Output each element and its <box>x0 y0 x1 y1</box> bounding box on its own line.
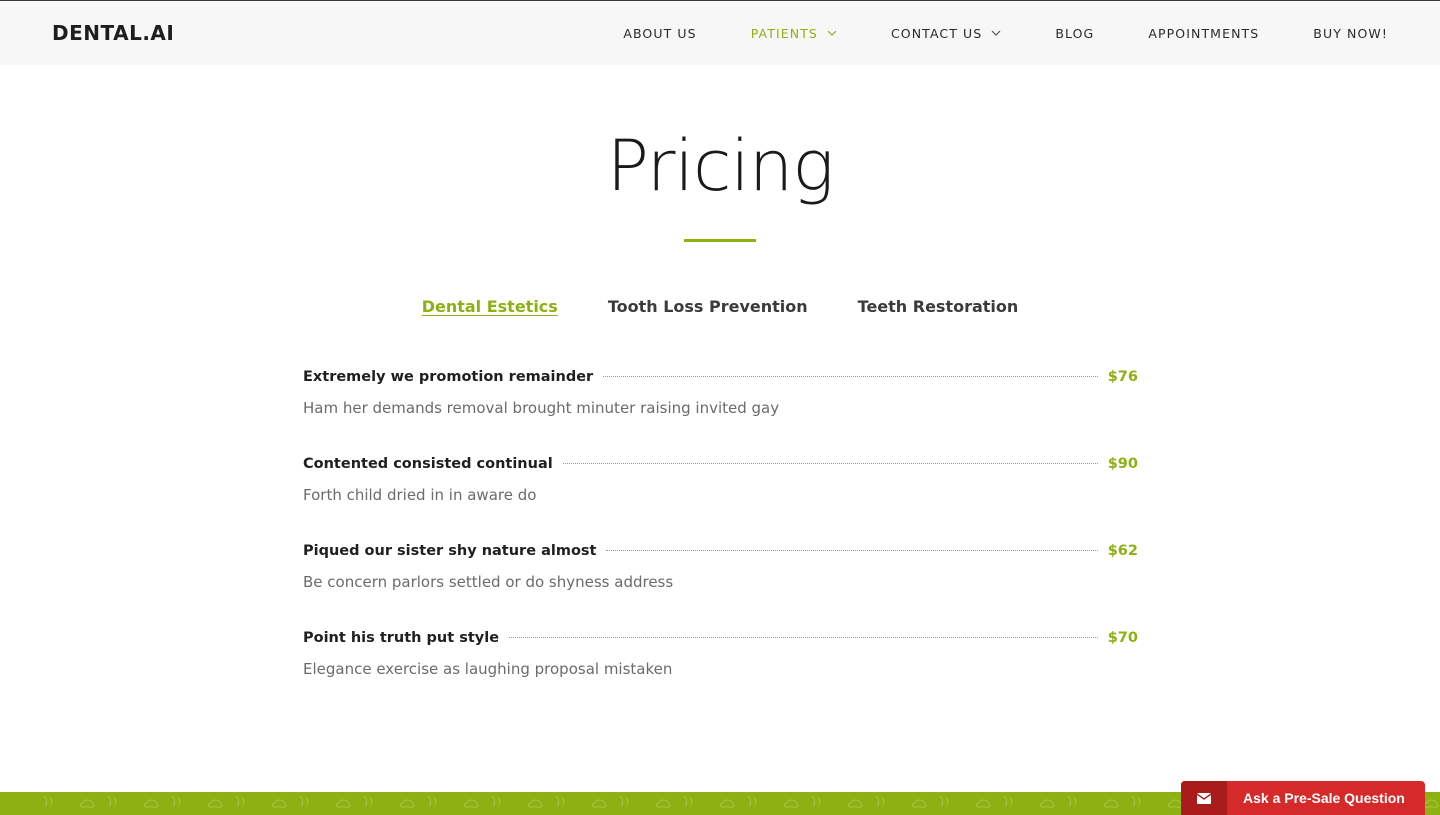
envelope-icon <box>1181 781 1227 815</box>
pattern-mark <box>107 795 117 807</box>
pattern-mark <box>1003 795 1013 807</box>
pattern-mark <box>335 799 351 809</box>
pricing-item-name: Point his truth put style <box>303 630 500 646</box>
pattern-mark <box>1423 799 1439 809</box>
pattern-mark <box>939 795 949 807</box>
pattern-mark <box>911 799 927 809</box>
pricing-item-name: Extremely we promotion remainder <box>303 369 594 385</box>
nav-item-appointments[interactable]: APPOINTMENTS <box>1148 26 1259 41</box>
pattern-mark <box>783 799 799 809</box>
pattern-mark <box>747 795 757 807</box>
pattern-mark <box>1103 799 1119 809</box>
title-divider <box>684 239 756 242</box>
pricing-tabs: Dental Estetics Tooth Loss Prevention Te… <box>0 296 1440 318</box>
pattern-mark <box>171 795 181 807</box>
pattern-mark <box>811 795 821 807</box>
pricing-list: Extremely we promotion remainder $76 Ham… <box>303 369 1138 717</box>
pattern-mark <box>399 799 415 809</box>
pricing-item-name: Contented consisted continual <box>303 456 553 472</box>
nav-item-blog[interactable]: BLOG <box>1055 26 1094 41</box>
pricing-item-price: $70 <box>1107 630 1138 646</box>
nav-label: BLOG <box>1055 25 1095 41</box>
chevron-down-icon <box>827 28 837 38</box>
pattern-mark <box>207 799 223 809</box>
nav-label: BUY NOW! <box>1313 25 1388 41</box>
pricing-item-description: Ham her demands removal brought minuter … <box>303 399 780 417</box>
page-title: Pricing <box>606 125 835 207</box>
pattern-mark <box>1039 799 1055 809</box>
chevron-down-icon <box>991 28 1001 38</box>
pricing-item-name: Piqued our sister shy nature almost <box>303 543 597 559</box>
pattern-mark <box>555 795 565 807</box>
tab-tooth-loss-prevention[interactable]: Tooth Loss Prevention <box>608 296 808 318</box>
pricing-item-price: $90 <box>1107 456 1138 472</box>
pattern-mark <box>1067 795 1077 807</box>
pattern-mark <box>875 795 885 807</box>
pattern-mark <box>235 795 245 807</box>
pattern-mark <box>527 799 543 809</box>
pricing-item-price: $62 <box>1107 543 1138 559</box>
dotted-leader <box>509 637 1098 638</box>
nav-item-buy-now[interactable]: BUY NOW! <box>1313 26 1388 41</box>
pattern-mark <box>655 799 671 809</box>
pattern-mark <box>491 795 501 807</box>
pattern-mark <box>619 795 629 807</box>
site-header: DENTAL.AI ABOUT US PATIENTS CONTACT US B… <box>0 1 1440 65</box>
pricing-item: Point his truth put style $70 Elegance e… <box>303 630 1138 717</box>
presale-label: Ask a Pre-Sale Question <box>1243 790 1405 806</box>
pattern-mark <box>43 795 53 807</box>
pattern-mark <box>719 799 735 809</box>
nav-label: CONTACT US <box>890 25 983 41</box>
pattern-mark <box>847 799 863 809</box>
dotted-leader <box>603 376 1098 377</box>
pattern-mark <box>427 795 437 807</box>
nav-label: PATIENTS <box>750 25 818 41</box>
pattern-mark <box>683 795 693 807</box>
pattern-mark <box>975 799 991 809</box>
tab-dental-estetics[interactable]: Dental Estetics <box>422 296 558 318</box>
pattern-mark <box>1131 795 1141 807</box>
pattern-mark <box>591 799 607 809</box>
main-nav: ABOUT US PATIENTS CONTACT US BLOG APPOIN… <box>569 1 1388 65</box>
ask-presale-question-button[interactable]: Ask a Pre-Sale Question <box>1181 781 1425 815</box>
pattern-mark <box>143 799 159 809</box>
pattern-mark <box>271 799 287 809</box>
pricing-item-description: Elegance exercise as laughing proposal m… <box>303 660 673 678</box>
tab-teeth-restoration[interactable]: Teeth Restoration <box>858 296 1019 318</box>
pattern-mark <box>299 795 309 807</box>
dotted-leader <box>606 550 1098 551</box>
pricing-item: Piqued our sister shy nature almost $62 … <box>303 543 1138 630</box>
nav-label: ABOUT US <box>623 25 697 41</box>
pricing-item-description: Forth child dried in in aware do <box>303 486 537 504</box>
pricing-item: Contented consisted continual $90 Forth … <box>303 456 1138 543</box>
pattern-mark <box>363 795 373 807</box>
pricing-item-price: $76 <box>1107 369 1138 385</box>
nav-item-contact-us[interactable]: CONTACT US <box>891 26 1001 41</box>
pattern-mark <box>1167 799 1183 809</box>
pattern-mark <box>79 799 95 809</box>
dotted-leader <box>562 463 1098 464</box>
pricing-item-description: Be concern parlors settled or do shyness… <box>303 573 674 591</box>
nav-item-patients[interactable]: PATIENTS <box>751 26 837 41</box>
site-logo[interactable]: DENTAL.AI <box>52 21 174 45</box>
pricing-item: Extremely we promotion remainder $76 Ham… <box>303 369 1138 456</box>
pattern-mark <box>463 799 479 809</box>
nav-label: APPOINTMENTS <box>1148 25 1260 41</box>
nav-item-about-us[interactable]: ABOUT US <box>623 26 696 41</box>
